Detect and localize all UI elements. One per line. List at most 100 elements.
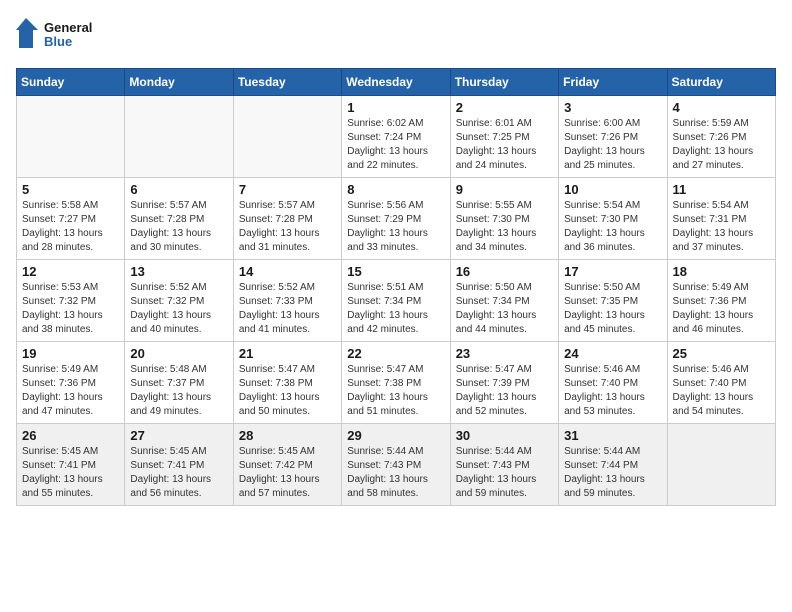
day-of-week-header: Sunday: [17, 69, 125, 96]
day-info: Sunrise: 5:49 AM Sunset: 7:36 PM Dayligh…: [22, 363, 119, 419]
day-number: 14: [239, 264, 336, 279]
day-info: Sunrise: 5:56 AM Sunset: 7:29 PM Dayligh…: [347, 199, 444, 255]
calendar-header: SundayMondayTuesdayWednesdayThursdayFrid…: [17, 69, 776, 96]
calendar-day-cell: 4Sunrise: 5:59 AM Sunset: 7:26 PM Daylig…: [667, 96, 775, 178]
day-info: Sunrise: 5:53 AM Sunset: 7:32 PM Dayligh…: [22, 281, 119, 337]
calendar-day-cell: 1 Sunrise: 6:02 AM Sunset: 7:24 PM Daylig…: [342, 96, 450, 178]
calendar-day-cell: 20 Sunrise: 5:48 AM Sunset: 7:37 PM Dayli…: [125, 342, 233, 424]
day-number: 29: [347, 428, 444, 443]
day-info: Sunrise: 5:57 AM Sunset: 7:28 PM Dayligh…: [239, 199, 336, 255]
day-number: 19: [22, 346, 119, 361]
calendar-table: SundayMondayTuesdayWednesdayThursdayFrid…: [16, 68, 776, 506]
calendar-day-cell: 23 Sunrise: 5:47 AM Sunset: 7:39 PM Dayli…: [450, 342, 558, 424]
calendar-day-cell: 19 Sunrise: 5:49 AM Sunset: 7:36 PM Dayli…: [17, 342, 125, 424]
calendar-day-cell: 16 Sunrise: 5:50 AM Sunset: 7:34 PM Dayli…: [450, 260, 558, 342]
day-of-week-header: Wednesday: [342, 69, 450, 96]
day-info: Sunrise: 5:54 AM Sunset: 7:30 PM Dayligh…: [564, 199, 661, 255]
day-number: 18: [673, 264, 770, 279]
day-number: 4: [673, 100, 770, 115]
calendar-day-cell: 31 Sunrise: 5:44 AM Sunset: 7:44 PM Dayli…: [559, 424, 667, 506]
day-number: 8: [347, 182, 444, 197]
day-of-week-header: Friday: [559, 69, 667, 96]
day-info: Sunrise: 6:00 AM Sunset: 7:26 PM Dayligh…: [564, 117, 661, 173]
day-number: 27: [130, 428, 227, 443]
day-number: 17: [564, 264, 661, 279]
calendar-day-cell: 7 Sunrise: 5:57 AM Sunset: 7:28 PM Daylig…: [233, 178, 341, 260]
day-of-week-header: Monday: [125, 69, 233, 96]
day-info: Sunrise: 5:50 AM Sunset: 7:34 PM Dayligh…: [456, 281, 553, 337]
calendar-day-cell: 3 Sunrise: 6:00 AM Sunset: 7:26 PM Daylig…: [559, 96, 667, 178]
day-info: Sunrise: 5:52 AM Sunset: 7:33 PM Dayligh…: [239, 281, 336, 337]
day-number: 11: [673, 182, 770, 197]
calendar-day-cell: [125, 96, 233, 178]
day-info: Sunrise: 5:51 AM Sunset: 7:34 PM Dayligh…: [347, 281, 444, 337]
calendar-week-row: 19 Sunrise: 5:49 AM Sunset: 7:36 PM Dayli…: [17, 342, 776, 424]
calendar-day-cell: 9 Sunrise: 5:55 AM Sunset: 7:30 PM Daylig…: [450, 178, 558, 260]
day-number: 7: [239, 182, 336, 197]
day-number: 12: [22, 264, 119, 279]
day-info: Sunrise: 5:49 AM Sunset: 7:36 PM Dayligh…: [673, 281, 770, 337]
day-number: 23: [456, 346, 553, 361]
calendar-day-cell: 6Sunrise: 5:57 AM Sunset: 7:28 PM Daylig…: [125, 178, 233, 260]
calendar-day-cell: 8 Sunrise: 5:56 AM Sunset: 7:29 PM Daylig…: [342, 178, 450, 260]
day-number: 28: [239, 428, 336, 443]
calendar-day-cell: 22Sunrise: 5:47 AM Sunset: 7:38 PM Dayli…: [342, 342, 450, 424]
calendar-day-cell: [17, 96, 125, 178]
svg-text:Blue: Blue: [44, 34, 72, 49]
day-number: 26: [22, 428, 119, 443]
day-number: 20: [130, 346, 227, 361]
day-info: Sunrise: 5:44 AM Sunset: 7:43 PM Dayligh…: [347, 445, 444, 501]
day-number: 1: [347, 100, 444, 115]
page-header: General Blue: [16, 16, 776, 56]
calendar-week-row: 26 Sunrise: 5:45 AM Sunset: 7:41 PM Dayli…: [17, 424, 776, 506]
calendar-week-row: 5 Sunrise: 5:58 AM Sunset: 7:27 PM Daylig…: [17, 178, 776, 260]
day-info: Sunrise: 5:54 AM Sunset: 7:31 PM Dayligh…: [673, 199, 770, 255]
day-info: Sunrise: 5:44 AM Sunset: 7:43 PM Dayligh…: [456, 445, 553, 501]
calendar-week-row: 1 Sunrise: 6:02 AM Sunset: 7:24 PM Daylig…: [17, 96, 776, 178]
calendar-day-cell: 27 Sunrise: 5:45 AM Sunset: 7:41 PM Dayli…: [125, 424, 233, 506]
day-number: 21: [239, 346, 336, 361]
calendar-day-cell: 13Sunrise: 5:52 AM Sunset: 7:32 PM Dayli…: [125, 260, 233, 342]
day-info: Sunrise: 5:57 AM Sunset: 7:28 PM Dayligh…: [130, 199, 227, 255]
day-number: 16: [456, 264, 553, 279]
days-header-row: SundayMondayTuesdayWednesdayThursdayFrid…: [17, 69, 776, 96]
day-number: 10: [564, 182, 661, 197]
day-number: 13: [130, 264, 227, 279]
day-info: Sunrise: 5:46 AM Sunset: 7:40 PM Dayligh…: [673, 363, 770, 419]
day-of-week-header: Saturday: [667, 69, 775, 96]
calendar-day-cell: 26 Sunrise: 5:45 AM Sunset: 7:41 PM Dayli…: [17, 424, 125, 506]
day-number: 31: [564, 428, 661, 443]
day-info: Sunrise: 6:02 AM Sunset: 7:24 PM Dayligh…: [347, 117, 444, 173]
calendar-day-cell: 18 Sunrise: 5:49 AM Sunset: 7:36 PM Dayli…: [667, 260, 775, 342]
day-info: Sunrise: 5:48 AM Sunset: 7:37 PM Dayligh…: [130, 363, 227, 419]
day-info: Sunrise: 5:58 AM Sunset: 7:27 PM Dayligh…: [22, 199, 119, 255]
calendar-day-cell: 2 Sunrise: 6:01 AM Sunset: 7:25 PM Daylig…: [450, 96, 558, 178]
calendar-day-cell: [667, 424, 775, 506]
day-number: 25: [673, 346, 770, 361]
day-number: 30: [456, 428, 553, 443]
day-info: Sunrise: 5:55 AM Sunset: 7:30 PM Dayligh…: [456, 199, 553, 255]
day-number: 5: [22, 182, 119, 197]
calendar-day-cell: 12 Sunrise: 5:53 AM Sunset: 7:32 PM Dayli…: [17, 260, 125, 342]
calendar-day-cell: 29 Sunrise: 5:44 AM Sunset: 7:43 PM Dayli…: [342, 424, 450, 506]
calendar-day-cell: 5 Sunrise: 5:58 AM Sunset: 7:27 PM Daylig…: [17, 178, 125, 260]
calendar-day-cell: 11 Sunrise: 5:54 AM Sunset: 7:31 PM Dayli…: [667, 178, 775, 260]
calendar-day-cell: [233, 96, 341, 178]
calendar-day-cell: 14 Sunrise: 5:52 AM Sunset: 7:33 PM Dayli…: [233, 260, 341, 342]
day-info: Sunrise: 5:46 AM Sunset: 7:40 PM Dayligh…: [564, 363, 661, 419]
day-info: Sunrise: 6:01 AM Sunset: 7:25 PM Dayligh…: [456, 117, 553, 173]
calendar-day-cell: 21Sunrise: 5:47 AM Sunset: 7:38 PM Dayli…: [233, 342, 341, 424]
day-of-week-header: Tuesday: [233, 69, 341, 96]
day-number: 9: [456, 182, 553, 197]
day-info: Sunrise: 5:45 AM Sunset: 7:41 PM Dayligh…: [130, 445, 227, 501]
day-info: Sunrise: 5:47 AM Sunset: 7:39 PM Dayligh…: [456, 363, 553, 419]
logo-svg: General Blue: [16, 16, 96, 56]
day-info: Sunrise: 5:44 AM Sunset: 7:44 PM Dayligh…: [564, 445, 661, 501]
calendar-day-cell: 25 Sunrise: 5:46 AM Sunset: 7:40 PM Dayli…: [667, 342, 775, 424]
day-number: 3: [564, 100, 661, 115]
calendar-day-cell: 28Sunrise: 5:45 AM Sunset: 7:42 PM Dayli…: [233, 424, 341, 506]
day-number: 2: [456, 100, 553, 115]
day-info: Sunrise: 5:47 AM Sunset: 7:38 PM Dayligh…: [347, 363, 444, 419]
day-number: 24: [564, 346, 661, 361]
day-info: Sunrise: 5:45 AM Sunset: 7:41 PM Dayligh…: [22, 445, 119, 501]
